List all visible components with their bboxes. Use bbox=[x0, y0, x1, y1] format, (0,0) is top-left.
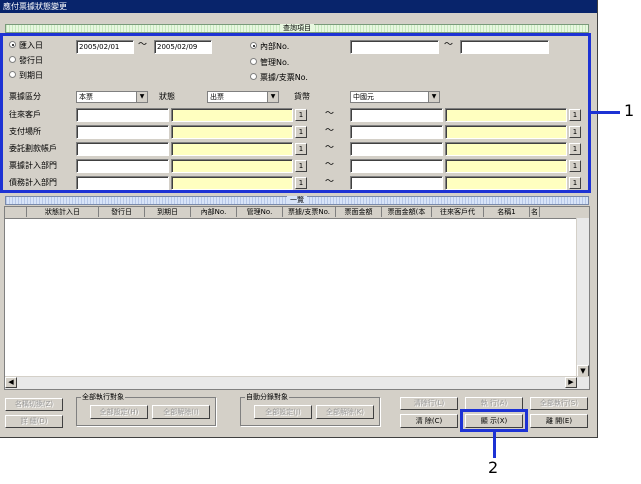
highlight-query-area bbox=[0, 33, 591, 193]
grid-column-header[interactable]: 內部No. bbox=[191, 207, 237, 217]
auto-set-button[interactable]: 全部設定(J) bbox=[254, 405, 312, 419]
all-clear-button[interactable]: 全部解除(I) bbox=[152, 405, 210, 419]
query-section-title: 查詢項目 bbox=[280, 24, 314, 32]
grid-column-header[interactable]: 票面金額 bbox=[336, 207, 382, 217]
vertical-scrollbar[interactable]: ▼ bbox=[576, 218, 589, 377]
name-switch-button[interactable]: 名稱切換(Z) bbox=[5, 398, 63, 411]
grid-column-header[interactable]: 狀態計入日 bbox=[27, 207, 99, 217]
clear-row-button[interactable]: 清除行(L) bbox=[400, 397, 458, 410]
grid-column-header[interactable]: 名 bbox=[530, 207, 540, 217]
scroll-left-icon[interactable]: ◀ bbox=[5, 377, 17, 388]
callout-1-label: 1 bbox=[624, 101, 635, 120]
grid-header: 狀態計入日 發行日 到期日 內部No. 管理No. 票據/支票No. 票面金額 票面金額(本往… bbox=[5, 207, 589, 219]
list-section-header: 一覽 bbox=[5, 196, 589, 205]
callout-2-label: 2 bbox=[488, 458, 499, 477]
grid-row-header-corner bbox=[5, 207, 27, 217]
grid-column-header[interactable]: 往來客戶代 bbox=[432, 207, 484, 217]
callout-2-line bbox=[493, 432, 496, 458]
callout-1-line bbox=[590, 111, 620, 114]
window-title: 應付票據狀態變更 bbox=[0, 0, 597, 13]
grid-column-header[interactable]: 到期日 bbox=[145, 207, 191, 217]
auto-clear-button[interactable]: 全部解除(K) bbox=[316, 405, 374, 419]
grid-column-header[interactable]: 發行日 bbox=[99, 207, 145, 217]
query-section-header: 查詢項目 bbox=[5, 24, 589, 33]
close-button[interactable]: 離 開(E) bbox=[530, 414, 588, 428]
all-exec-group-title: 全部執行對象 bbox=[81, 392, 125, 402]
clear-button[interactable]: 清 除(C) bbox=[400, 414, 458, 428]
all-set-button[interactable]: 全部設定(H) bbox=[90, 405, 148, 419]
auto-entry-group-title: 自動分錄對象 bbox=[245, 392, 289, 402]
grid-column-header[interactable]: 票據/支票No. bbox=[283, 207, 336, 217]
scroll-right-icon[interactable]: ▶ bbox=[565, 377, 577, 388]
grid-column-header[interactable]: 管理No. bbox=[237, 207, 283, 217]
highlight-show-button bbox=[460, 409, 528, 432]
horizontal-scrollbar[interactable]: ◀ ▶ bbox=[5, 376, 589, 389]
execute-all-button[interactable]: 全部執行(S) bbox=[530, 397, 588, 410]
list-section-title: 一覽 bbox=[287, 196, 307, 204]
grid-column-header[interactable]: 票面金額(本 bbox=[382, 207, 432, 217]
result-grid[interactable]: 狀態計入日 發行日 到期日 內部No. 管理No. 票據/支票No. 票面金額 票面金額(本往… bbox=[4, 206, 590, 390]
grid-column-header[interactable]: 名稱1 bbox=[484, 207, 530, 217]
detail-button[interactable]: 詳 細(D) bbox=[5, 415, 63, 428]
